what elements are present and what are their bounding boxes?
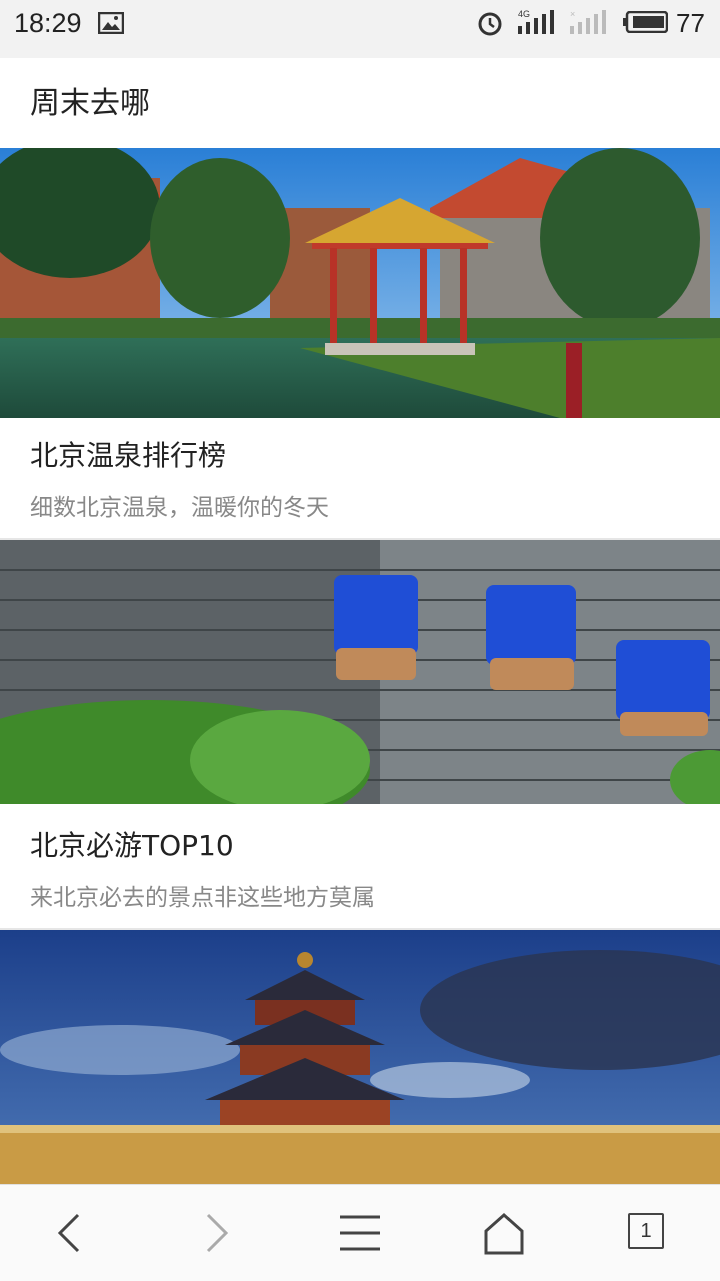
card-subtitle: 细数北京温泉，温暖你的冬天 [30, 495, 329, 521]
page-title: 周末去哪 [30, 86, 150, 121]
tab-count[interactable]: 1 [628, 1213, 664, 1249]
card-subtitle: 来北京必去的景点非这些地方莫属 [30, 885, 375, 911]
status-time: 18:29 [14, 8, 82, 38]
svg-text:4G: 4G [518, 9, 530, 19]
list-item[interactable]: 北京必游TOP10 来北京必去的景点非这些地方莫属 [0, 540, 720, 928]
back-icon[interactable] [46, 1209, 94, 1257]
tabs-icon[interactable]: 1 [628, 1213, 676, 1261]
card-title[interactable]: 北京温泉排行榜 [30, 434, 226, 474]
forward-icon[interactable] [192, 1209, 240, 1257]
home-icon[interactable] [480, 1209, 528, 1257]
birdcages-on-brick-wall-photo[interactable] [0, 540, 720, 804]
list-item[interactable]: 北京温泉排行榜 细数北京温泉，温暖你的冬天 [0, 148, 720, 538]
battery-level: 77 [676, 8, 705, 38]
signal-4g-icon: 4G [518, 9, 554, 34]
hot-spring-pavilion-photo[interactable] [0, 148, 720, 418]
card-title[interactable]: 北京必游TOP10 [30, 824, 234, 864]
alarm-icon [478, 12, 502, 36]
header: 周末去哪 [0, 58, 720, 148]
list-item[interactable] [0, 930, 720, 1184]
signal-no-sim-icon: × [570, 9, 606, 34]
svg-text:×: × [570, 9, 575, 19]
image-icon [98, 12, 124, 34]
battery-icon [623, 11, 668, 33]
temple-of-heaven-photo[interactable] [0, 930, 720, 1184]
bottom-navigation-bar: 1 [0, 1184, 720, 1281]
status-bar: 18:29 4G × 77 [0, 0, 720, 58]
menu-icon[interactable] [336, 1209, 384, 1257]
